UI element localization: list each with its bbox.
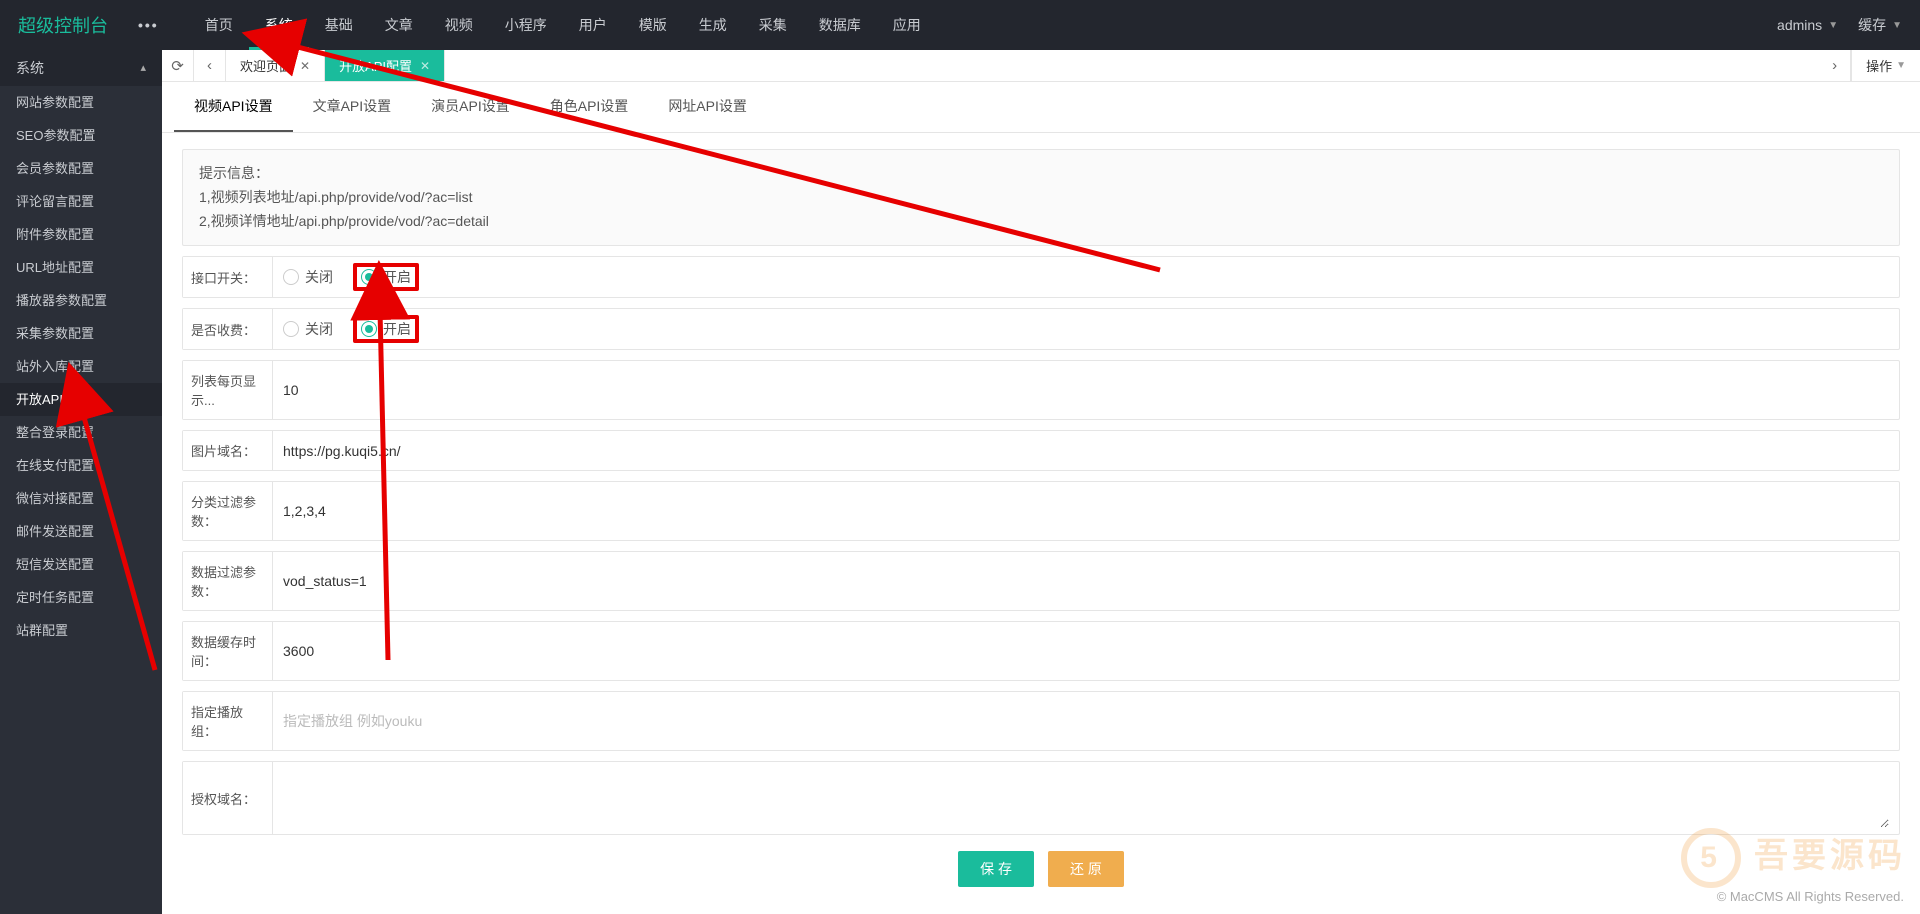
sidebar: 系统 ▴ 网站参数配置SEO参数配置会员参数配置评论留言配置附件参数配置URL地… bbox=[0, 50, 162, 914]
nav-item-10[interactable]: 数据库 bbox=[803, 0, 877, 50]
watermark: 吾要源码 bbox=[1681, 828, 1906, 888]
textarea-authdomain[interactable] bbox=[283, 768, 1889, 828]
input-pagesize[interactable] bbox=[283, 382, 1889, 398]
row-charge: 是否收费： 关闭 开启 bbox=[182, 308, 1900, 350]
page-tab-1[interactable]: 开放API配置✕ bbox=[325, 50, 445, 81]
nav-item-8[interactable]: 生成 bbox=[683, 0, 743, 50]
sidebar-item-7[interactable]: 采集参数配置 bbox=[0, 317, 162, 350]
close-icon[interactable]: ✕ bbox=[420, 59, 430, 73]
nav-item-5[interactable]: 小程序 bbox=[489, 0, 563, 50]
sidebar-item-5[interactable]: URL地址配置 bbox=[0, 251, 162, 284]
close-icon[interactable]: ✕ bbox=[300, 59, 310, 73]
input-datafilter[interactable] bbox=[283, 573, 1889, 589]
sub-tabs: 视频API设置文章API设置演员API设置角色API设置网址API设置 bbox=[162, 82, 1920, 133]
sidebar-item-12[interactable]: 微信对接配置 bbox=[0, 482, 162, 515]
sub-tab-2[interactable]: 演员API设置 bbox=[411, 82, 530, 132]
page-tab-0[interactable]: 欢迎页面✕ bbox=[226, 50, 325, 81]
content-panel: 视频API设置文章API设置演员API设置角色API设置网址API设置 提示信息… bbox=[162, 82, 1920, 914]
nav-item-7[interactable]: 模版 bbox=[623, 0, 683, 50]
input-typefilter[interactable] bbox=[283, 503, 1889, 519]
main-area: ⟳ ‹ 欢迎页面✕开放API配置✕ › 操作▼ 视频API设置文章API设置演员… bbox=[162, 50, 1920, 914]
sidebar-item-14[interactable]: 短信发送配置 bbox=[0, 548, 162, 581]
input-imgdomain[interactable] bbox=[283, 443, 1889, 459]
nav-items: 首页系统基础文章视频小程序用户模版生成采集数据库应用 bbox=[189, 0, 1777, 50]
sub-tab-1[interactable]: 文章API设置 bbox=[293, 82, 412, 132]
radio-switch-close[interactable]: 关闭 bbox=[283, 267, 333, 287]
sidebar-item-9[interactable]: 开放API配置 bbox=[0, 383, 162, 416]
reset-button[interactable]: 还 原 bbox=[1048, 851, 1124, 887]
nav-item-3[interactable]: 文章 bbox=[369, 0, 429, 50]
sidebar-item-16[interactable]: 站群配置 bbox=[0, 614, 162, 647]
nav-item-0[interactable]: 首页 bbox=[189, 0, 249, 50]
tab-next-button[interactable]: › bbox=[1819, 50, 1851, 81]
input-playgroup[interactable] bbox=[283, 713, 1889, 729]
more-icon[interactable]: ••• bbox=[138, 17, 159, 33]
sidebar-item-11[interactable]: 在线支付配置 bbox=[0, 449, 162, 482]
sidebar-item-13[interactable]: 邮件发送配置 bbox=[0, 515, 162, 548]
operations-dropdown[interactable]: 操作▼ bbox=[1851, 50, 1920, 81]
sidebar-item-10[interactable]: 整合登录配置 bbox=[0, 416, 162, 449]
radio-charge-close[interactable]: 关闭 bbox=[283, 319, 333, 339]
sub-tab-3[interactable]: 角色API设置 bbox=[530, 82, 649, 132]
top-navbar: 超级控制台 ••• 首页系统基础文章视频小程序用户模版生成采集数据库应用 adm… bbox=[0, 0, 1920, 50]
user-dropdown[interactable]: admins▼ bbox=[1777, 17, 1838, 33]
radio-switch-open[interactable]: 开启 bbox=[361, 267, 411, 287]
sidebar-item-0[interactable]: 网站参数配置 bbox=[0, 86, 162, 119]
hint-box: 提示信息： 1,视频列表地址/api.php/provide/vod/?ac=l… bbox=[182, 149, 1900, 246]
sidebar-item-15[interactable]: 定时任务配置 bbox=[0, 581, 162, 614]
sub-tab-4[interactable]: 网址API设置 bbox=[648, 82, 767, 132]
caret-up-icon: ▴ bbox=[140, 50, 146, 86]
caret-down-icon: ▼ bbox=[1828, 20, 1838, 31]
footer-copyright: © MacCMS All Rights Reserved. bbox=[1717, 889, 1904, 904]
refresh-button[interactable]: ⟳ bbox=[162, 50, 194, 81]
sidebar-item-6[interactable]: 播放器参数配置 bbox=[0, 284, 162, 317]
nav-item-2[interactable]: 基础 bbox=[309, 0, 369, 50]
radio-charge-open[interactable]: 开启 bbox=[361, 319, 411, 339]
brand-title: 超级控制台 bbox=[18, 12, 108, 38]
sub-tab-0[interactable]: 视频API设置 bbox=[174, 82, 293, 132]
save-button[interactable]: 保 存 bbox=[958, 851, 1034, 887]
nav-item-1[interactable]: 系统 bbox=[249, 0, 309, 50]
sidebar-item-3[interactable]: 评论留言配置 bbox=[0, 185, 162, 218]
nav-item-11[interactable]: 应用 bbox=[877, 0, 937, 50]
tab-prev-button[interactable]: ‹ bbox=[194, 50, 226, 81]
nav-item-6[interactable]: 用户 bbox=[563, 0, 623, 50]
caret-down-icon: ▼ bbox=[1892, 20, 1902, 31]
nav-item-9[interactable]: 采集 bbox=[743, 0, 803, 50]
page-tab-bar: ⟳ ‹ 欢迎页面✕开放API配置✕ › 操作▼ bbox=[162, 50, 1920, 82]
sidebar-item-8[interactable]: 站外入库配置 bbox=[0, 350, 162, 383]
sidebar-item-2[interactable]: 会员参数配置 bbox=[0, 152, 162, 185]
cache-dropdown[interactable]: 缓存▼ bbox=[1858, 15, 1902, 35]
row-api-switch: 接口开关： 关闭 开启 bbox=[182, 256, 1900, 298]
sidebar-header[interactable]: 系统 ▴ bbox=[0, 50, 162, 86]
sidebar-item-4[interactable]: 附件参数配置 bbox=[0, 218, 162, 251]
input-cache[interactable] bbox=[283, 643, 1889, 659]
sidebar-item-1[interactable]: SEO参数配置 bbox=[0, 119, 162, 152]
nav-item-4[interactable]: 视频 bbox=[429, 0, 489, 50]
